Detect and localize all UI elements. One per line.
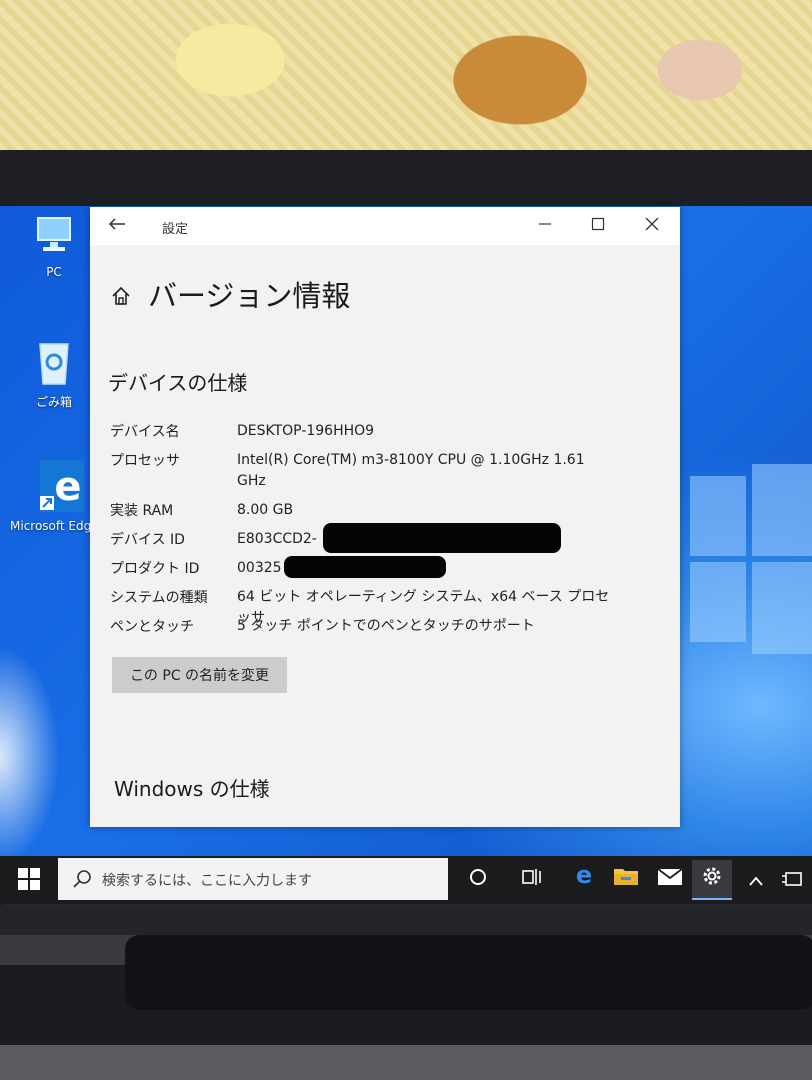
settings-icon (703, 867, 721, 885)
spec-label: デバイス名 (110, 424, 180, 440)
redaction-mark (284, 556, 446, 578)
laptop-hinge (125, 935, 812, 1010)
screen-bezel-top (0, 150, 812, 206)
desktop-icon-pc[interactable]: PC (12, 214, 96, 279)
desktop-icon-label: ごみ箱 (35, 395, 72, 409)
device-spec-heading: デバイスの仕様 (108, 371, 248, 395)
minimize-button[interactable] (527, 213, 563, 239)
close-button[interactable] (634, 213, 670, 239)
back-arrow-icon (108, 218, 125, 230)
spec-value: Intel(R) Core(TM) m3-8100Y CPU @ 1.10GHz… (237, 452, 585, 489)
desktop-icon-label: Microsoft Edg (10, 519, 92, 533)
windows-spec-heading: Windows の仕様 (114, 777, 270, 801)
spec-value: DESKTOP-196HHO9 (237, 423, 375, 439)
spec-label: デバイス ID (110, 532, 185, 548)
redaction-mark (323, 523, 561, 553)
rename-pc-button[interactable]: この PC の名前を変更 (112, 657, 287, 693)
taskbar: 検索するには、ここに入力します e (0, 856, 812, 904)
spec-label: プロダクト ID (110, 561, 200, 577)
background-photo-fabric (0, 0, 812, 150)
settings-taskbar-button[interactable] (692, 860, 732, 900)
cortana-button[interactable] (458, 860, 498, 900)
mail-icon (657, 868, 683, 885)
home-icon[interactable] (110, 285, 132, 307)
search-icon (73, 870, 91, 888)
taskbar-edge-button[interactable]: e (564, 860, 604, 900)
show-hidden-icons-button[interactable] (736, 860, 776, 900)
window-title-bar: 設定 (90, 207, 680, 245)
task-view-icon (522, 869, 541, 885)
start-button[interactable] (18, 868, 40, 890)
tablet-icon (782, 872, 802, 886)
svg-text:e: e (54, 464, 81, 510)
task-view-button[interactable] (512, 860, 552, 900)
spec-label: プロセッサ (110, 453, 180, 469)
edge-icon: e (576, 861, 592, 889)
tablet-mode-button[interactable] (772, 860, 812, 900)
desktop-icon-recycle-bin[interactable]: ごみ箱 (12, 338, 96, 410)
spec-label: システムの種類 (110, 590, 208, 606)
file-explorer-button[interactable] (606, 860, 646, 900)
search-placeholder: 検索するには、ここに入力します (102, 873, 312, 889)
mail-button[interactable] (650, 860, 690, 900)
settings-window: 設定 バージョン情報 デバイスの仕様 デバイス名 DESKTOP-196HHO9… (90, 207, 680, 827)
chevron-up-icon (749, 876, 763, 886)
light-glare (0, 646, 60, 856)
recycle-bin-icon (39, 343, 69, 385)
maximize-button[interactable] (580, 213, 616, 239)
page-title: バージョン情報 (148, 279, 351, 313)
close-icon (645, 217, 659, 231)
window-title: 設定 (162, 222, 189, 237)
cortana-icon (470, 869, 486, 885)
minimize-icon (539, 223, 551, 225)
maximize-icon (591, 217, 605, 231)
desktop-icon-edge[interactable]: e Microsoft Edg (10, 460, 96, 533)
start-icon (18, 868, 28, 878)
file-explorer-icon (614, 869, 638, 885)
taskbar-search-box[interactable]: 検索するには、ここに入力します (58, 858, 448, 900)
svg-text:e: e (576, 863, 592, 887)
spec-value: 5 タッチ ポイントでのペンとタッチのサポート (237, 618, 535, 634)
pc-icon (37, 217, 71, 251)
spec-value: 8.00 GB (237, 502, 294, 518)
back-button[interactable] (108, 215, 126, 236)
spec-label: ペンとタッチ (110, 619, 194, 635)
spec-label: 実装 RAM (110, 503, 174, 519)
edge-icon: e (40, 460, 96, 512)
desktop-icon-label: PC (46, 265, 62, 279)
